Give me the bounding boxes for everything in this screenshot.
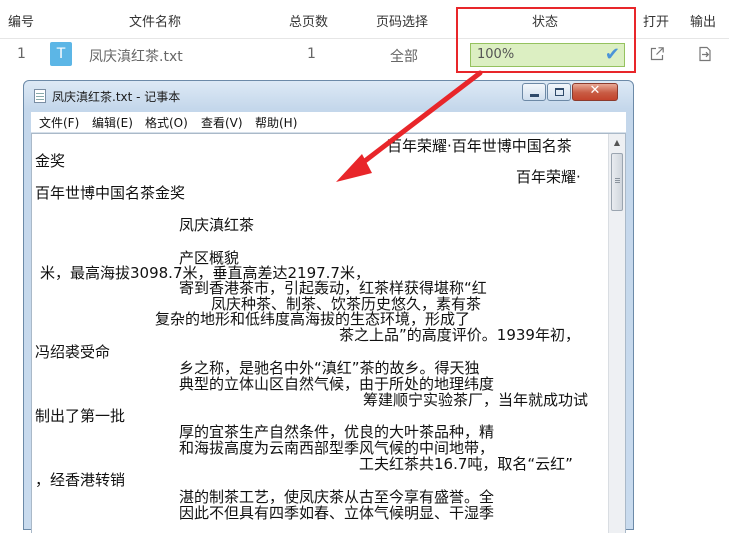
text-line: 金奖 xyxy=(35,152,66,170)
text-line: 和海拔高度为云南西部型季风气候的中间地带， xyxy=(179,439,495,457)
close-icon: ✕ xyxy=(589,83,601,98)
minimize-button[interactable] xyxy=(522,83,546,101)
text-line: 乡之称，是驰名中外“滇红”茶的故乡。得天独 xyxy=(179,359,480,377)
text-line: 冯绍裘受命 xyxy=(35,343,111,361)
menu-help[interactable]: 帮助(H) xyxy=(255,114,297,131)
menu-bar: 文件(F) 编辑(E) 格式(O) 查看(V) 帮助(H) xyxy=(31,112,626,133)
maximize-button[interactable] xyxy=(547,83,571,101)
row-filename[interactable]: 凤庆滇红茶.txt xyxy=(89,46,183,66)
text-line: 百年荣耀·百年世博中国名茶 xyxy=(387,137,572,155)
minimize-icon xyxy=(530,94,539,97)
row-total-pages: 1 xyxy=(307,46,316,62)
external-link-icon[interactable] xyxy=(649,46,665,62)
text-line: 湛的制茶工艺，使凤庆茶从古至今享有盛誉。全 xyxy=(179,488,495,506)
column-header-export: 输出 xyxy=(690,15,717,30)
text-line: 百年世博中国名茶金奖 xyxy=(35,184,186,202)
close-button[interactable]: ✕ xyxy=(572,83,618,101)
scrollbar-thumb[interactable] xyxy=(611,153,623,211)
row-index: 1 xyxy=(17,46,26,62)
text-line: 复杂的地形和低纬度高海拔的生态环境，形成了 xyxy=(155,310,471,328)
scroll-up-icon[interactable]: ▲ xyxy=(609,134,625,151)
text-editor-area[interactable]: 百年荣耀·百年世博中国名茶 金奖 百年荣耀· 百年世博中国名茶金奖 凤庆滇红茶 … xyxy=(31,133,626,533)
text-line: 制出了第一批 xyxy=(35,407,126,425)
text-line: 典型的立体山区自然气候，由于所处的地理纬度 xyxy=(179,375,495,393)
export-file-icon[interactable] xyxy=(697,46,713,62)
vertical-scrollbar[interactable]: ▲ xyxy=(608,134,625,533)
text-line: 工夫红茶共16.7吨，取名“云红” xyxy=(359,455,573,473)
text-line: 凤庆滇红茶 xyxy=(179,216,255,234)
column-header-total-pages: 总页数 xyxy=(289,15,329,30)
column-header-page-select: 页码选择 xyxy=(376,15,429,30)
menu-view[interactable]: 查看(V) xyxy=(201,114,243,131)
status-highlight-frame xyxy=(456,7,636,73)
notepad-icon xyxy=(34,89,46,103)
txt-file-icon: T xyxy=(50,42,72,66)
row-page-select[interactable]: 全部 xyxy=(390,46,418,66)
text-line: 厚的宜茶生产自然条件，优良的大叶茶品种，精 xyxy=(179,423,495,441)
menu-file[interactable]: 文件(F) xyxy=(39,114,79,131)
text-line: 筹建顺宁实验茶厂，当年就成功试 xyxy=(363,391,589,409)
column-header-filename: 文件名称 xyxy=(129,15,182,30)
maximize-icon xyxy=(555,88,564,96)
text-line: 茶之上品”的高度评价。1939年初， xyxy=(339,326,580,344)
text-line: 寄到香港茶市，引起轰动，红茶样获得堪称“红 xyxy=(179,279,487,297)
text-line: 因此不但具有四季如春、立体气候明显、干湿季 xyxy=(179,504,495,522)
menu-edit[interactable]: 编辑(E) xyxy=(92,114,133,131)
text-line: 百年荣耀· xyxy=(516,168,581,186)
menu-format[interactable]: 格式(O) xyxy=(145,114,188,131)
notepad-window[interactable]: 凤庆滇红茶.txt - 记事本 ✕ 文件(F) 编辑(E) 格式(O) 查看(V… xyxy=(23,80,634,533)
window-title: 凤庆滇红茶.txt - 记事本 xyxy=(52,90,181,104)
text-line: ，经香港转销 xyxy=(35,471,126,489)
column-header-open: 打开 xyxy=(643,15,670,30)
column-header-index: 编号 xyxy=(8,15,35,30)
